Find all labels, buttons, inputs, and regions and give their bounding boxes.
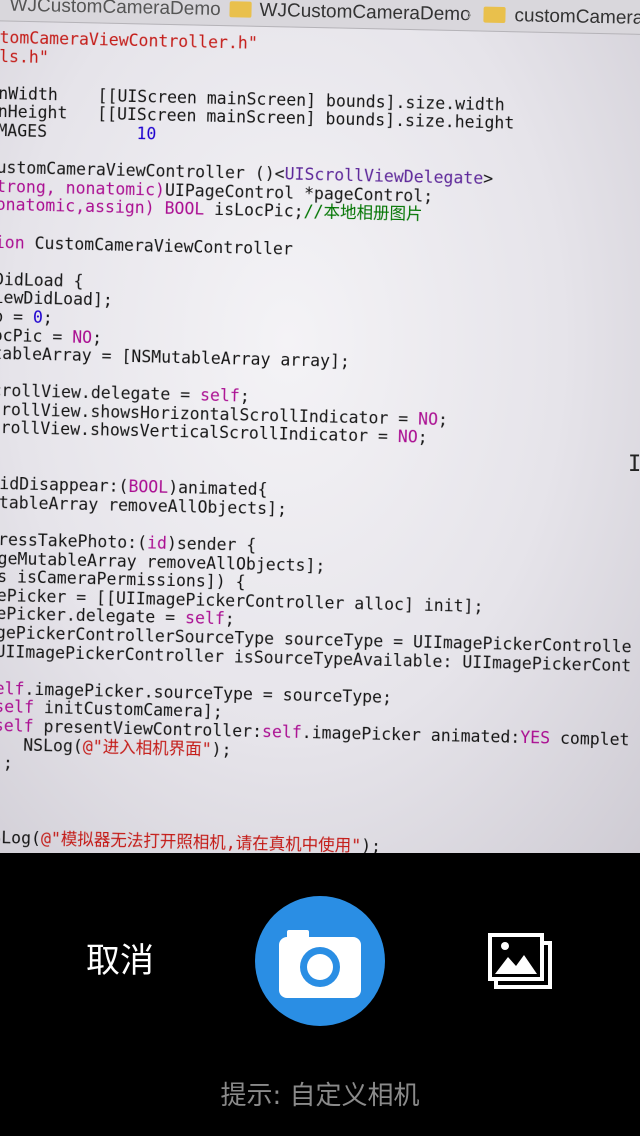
camera-viewfinder: WJCustomCameraDemo WJCustomCameraDemo › … <box>0 0 640 853</box>
code-token: ; <box>239 386 250 406</box>
breadcrumb-project: WJCustomCameraDemo <box>9 0 221 21</box>
code-token: .isLocPic = <box>0 324 63 346</box>
code-token: isLocPic; <box>204 199 304 222</box>
code-token: self <box>199 385 241 406</box>
code-token: YES <box>520 727 551 748</box>
folder-icon <box>229 1 252 18</box>
breadcrumb-folder: customCamera <box>514 5 640 29</box>
code-token: id <box>146 533 168 553</box>
code-token: BOOL <box>164 199 205 219</box>
folder-icon <box>483 6 506 24</box>
code-token: NSLog( <box>0 827 42 848</box>
code-token: //本地相册图片 <box>303 202 423 224</box>
chevron-right-icon: › <box>465 4 473 26</box>
camera-icon <box>279 930 361 998</box>
text-cursor-icon: I <box>628 452 640 477</box>
code-token: viewDidLoad { <box>0 268 84 291</box>
code-token: self <box>0 697 35 718</box>
code-token: ); <box>360 835 382 853</box>
code-token: ); <box>211 739 232 759</box>
code-token: 10 <box>136 124 157 144</box>
code-token: ntation <box>0 231 25 253</box>
code-token: ; <box>417 427 428 448</box>
code-token: ; <box>91 327 103 347</box>
gallery-icon <box>488 933 552 989</box>
code-token: )sender { <box>166 533 257 555</box>
code-token: complet <box>549 728 630 750</box>
code-token: > <box>483 169 494 189</box>
gallery-button[interactable] <box>488 933 552 989</box>
code-token: NO <box>72 327 93 347</box>
code-token: self <box>184 608 226 629</box>
breadcrumb-group: WJCustomCameraDemo <box>259 0 471 26</box>
code-token: NO <box>397 427 418 447</box>
camera-controls: 取消 提示: 自定义相机 <box>0 853 640 1136</box>
code-token: self <box>0 715 34 736</box>
code-token: y (nonatomic,assign) <box>0 194 155 218</box>
cancel-button[interactable]: 取消 <box>60 933 180 989</box>
code-token: .ngap = <box>0 305 24 327</box>
code-token: self <box>0 678 25 699</box>
code-token: ; <box>437 409 449 430</box>
shutter-button[interactable] <box>255 896 385 1026</box>
code-token: }]; <box>0 752 14 773</box>
code-token: @"进入相机界面" <box>82 736 212 759</box>
code-token: MAXIMAGES <box>0 119 48 141</box>
hint-text: 提示: 自定义相机 <box>220 1081 420 1111</box>
code-listing: "CustomCameraViewController.h" "Tools.h" k… <box>0 27 640 853</box>
code-token: NSLog( <box>23 735 84 756</box>
code-token: NO <box>417 409 439 429</box>
code-token: "Tools.h" <box>0 45 49 67</box>
code-token: self <box>261 722 302 742</box>
code-token: ; <box>42 307 54 328</box>
code-token: ; <box>224 609 235 629</box>
code-token: BOOL <box>128 477 169 498</box>
